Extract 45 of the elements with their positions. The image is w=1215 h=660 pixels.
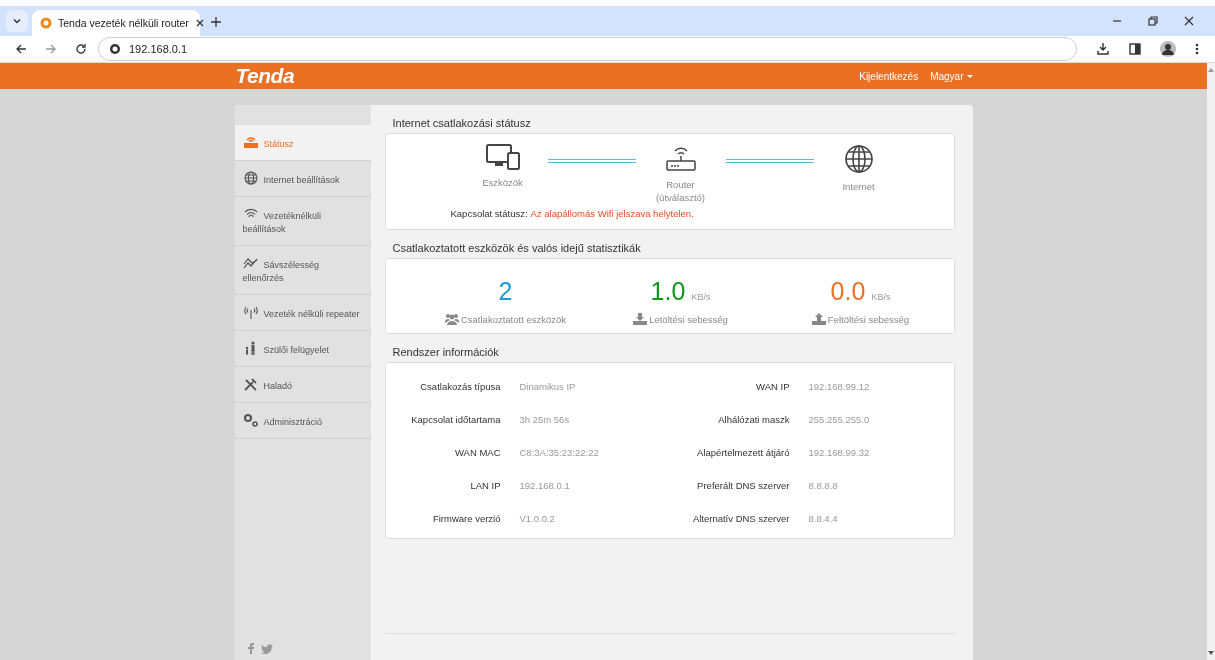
info-value: C8:3A:35:23:22:22 bbox=[519, 447, 599, 458]
section-title: Rendszer információk bbox=[391, 346, 500, 360]
sidebar-item[interactable]: Adminisztráció bbox=[234, 402, 371, 438]
info-label: Kapcsolat időtartama bbox=[410, 414, 501, 425]
logo: Tenda bbox=[235, 64, 295, 88]
info-value: 192.168.99.12 bbox=[808, 381, 870, 392]
sidebar-item[interactable]: Vezetéknélküli beállítások bbox=[234, 196, 371, 245]
info-value: 8.8.4.4 bbox=[808, 513, 838, 524]
info-value: 192.168.0.1 bbox=[519, 480, 570, 491]
info-value: 3h 25m 56s bbox=[519, 414, 570, 425]
section-title: Internet csatlakozási státusz bbox=[391, 117, 532, 131]
node-label: Router (útválasztó) bbox=[655, 178, 706, 204]
info-label: LAN IP bbox=[469, 480, 501, 491]
info-label: Alapértelmezett átjáró bbox=[696, 447, 790, 458]
stat-value: 2 bbox=[498, 277, 513, 306]
stat-label: Letöltési sebesség bbox=[649, 313, 728, 325]
info-value: Dinamikus IP bbox=[519, 381, 576, 392]
info-value: 192.168.99.32 bbox=[808, 447, 870, 458]
section-title: Csatlakoztatott eszközök és valós idejű statisztikák bbox=[391, 242, 642, 256]
status-label: Kapcsolat státusz: bbox=[450, 208, 528, 219]
stat-value: 1.0 bbox=[650, 277, 686, 306]
info-label: Csatlakozás típusa bbox=[419, 381, 501, 392]
sidebar-item[interactable]: Szülői felügyelet bbox=[234, 330, 371, 366]
stat-unit: KB/s bbox=[871, 292, 891, 302]
status-message: Az alapállomás Wifi jelszava helytelen. bbox=[530, 208, 694, 219]
stat-label: Csatlakoztatott eszközök bbox=[460, 313, 567, 325]
stat-unit: KB/s bbox=[691, 292, 711, 302]
sidebar-item[interactable]: Haladó bbox=[234, 366, 371, 402]
stat-label: Feltöltési sebesség bbox=[827, 313, 910, 325]
tab-title: Tenda vezeték nélküli router bbox=[58, 17, 189, 29]
info-label: Alternatív DNS szerver bbox=[691, 513, 790, 524]
sidebar-item[interactable]: Internet beállítások bbox=[234, 160, 371, 196]
info-value: 8.8.8.8 bbox=[808, 480, 838, 491]
node-label: Internet bbox=[842, 180, 875, 193]
info-value: V1.0.0.2 bbox=[519, 513, 555, 524]
info-label: WAN MAC bbox=[453, 447, 501, 458]
sidebar-item[interactable]: Vezeték nélküli repeater bbox=[234, 294, 371, 330]
info-label: Alhálózati maszk bbox=[717, 414, 790, 425]
node-label: Eszközök bbox=[482, 176, 523, 189]
info-label: Firmware verzió bbox=[431, 513, 501, 524]
info-value: 255.255.255.0 bbox=[808, 414, 870, 425]
stat-value: 0.0 bbox=[830, 277, 866, 306]
info-label: WAN IP bbox=[755, 381, 790, 392]
sidebar-item[interactable]: Sávszélesség ellenőrzés bbox=[234, 245, 371, 294]
info-label: Preferált DNS szerver bbox=[696, 480, 790, 491]
